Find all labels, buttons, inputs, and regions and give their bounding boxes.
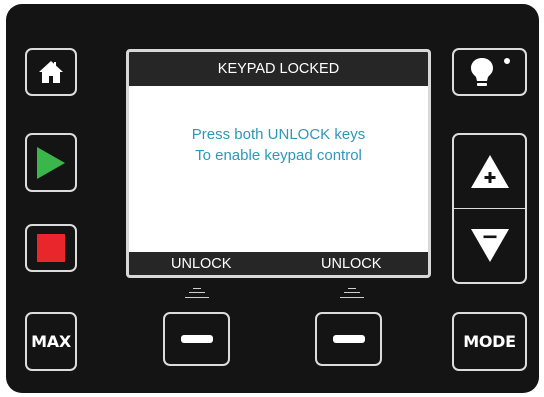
plus-button[interactable] [452,133,527,209]
mode-button[interactable]: MODE [452,312,527,371]
home-icon [39,61,63,83]
display-title: KEYPAD LOCKED [129,52,428,86]
softkey-right-button[interactable] [315,312,382,366]
softkey-right-label: UNLOCK [321,256,382,272]
display-message-line2: To enable keypad control [195,147,362,164]
play-icon [37,146,65,179]
softkey-right-indicator [340,288,364,302]
lcd-display: KEYPAD LOCKED Press both UNLOCK keys To … [126,49,431,278]
play-button[interactable] [25,133,77,192]
display-message-line1: Press both UNLOCK keys [191,126,366,143]
softkey-dash-icon [332,335,365,343]
softkey-left-button[interactable] [163,312,230,366]
home-button[interactable] [25,48,77,96]
minus-button[interactable] [452,208,527,284]
max-button[interactable]: MAX [25,312,77,371]
mode-button-label: MODE [463,332,516,351]
max-button-label: MAX [31,332,71,351]
light-button[interactable] [452,48,527,96]
control-panel: MAX KEYPAD LOCKED Press both UNLOCK keys… [6,4,539,393]
stop-icon [37,234,65,262]
lightbulb-icon [470,58,510,86]
softkey-left-indicator [185,288,209,302]
softkey-dash-icon [180,335,213,343]
plus-triangle-icon [470,155,509,188]
softkey-left-label: UNLOCK [171,256,232,272]
minus-triangle-icon [470,229,509,262]
display-softkey-bar: UNLOCK UNLOCK [129,252,428,275]
stop-button[interactable] [25,224,77,272]
display-message: Press both UNLOCK keys To enable keypad … [129,124,428,166]
